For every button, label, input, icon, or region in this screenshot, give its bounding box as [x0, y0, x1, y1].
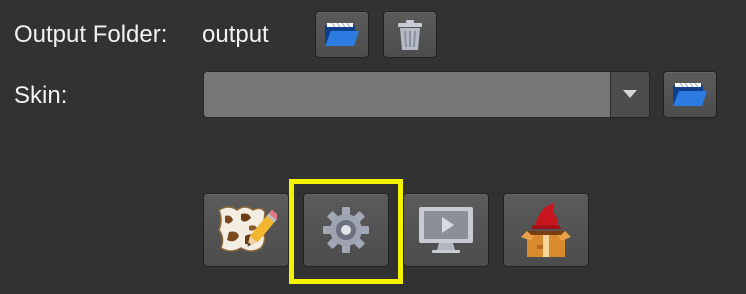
wizard-box-icon: [521, 203, 571, 257]
skin-label: Skin:: [14, 82, 68, 109]
skin-select[interactable]: [203, 71, 650, 118]
trash-icon: [398, 19, 422, 50]
skin-dropdown-button[interactable]: [610, 72, 649, 117]
settings-panel: Output Folder: output Skin:: [0, 0, 746, 294]
map-edit-icon: [218, 206, 277, 252]
preview-button[interactable]: [403, 193, 489, 267]
folder-open-icon: [673, 82, 707, 106]
map-editor-button[interactable]: [203, 193, 289, 267]
settings-highlight: [289, 179, 403, 284]
folder-open-icon: [325, 22, 359, 46]
output-folder-label: Output Folder:: [14, 21, 168, 48]
output-folder-value: output: [202, 21, 269, 48]
wizard-button[interactable]: [503, 193, 589, 267]
skin-browse-button[interactable]: [663, 71, 717, 118]
monitor-play-icon: [419, 207, 473, 253]
output-clear-button[interactable]: [383, 11, 437, 58]
chevron-down-icon: [623, 90, 637, 98]
output-browse-button[interactable]: [315, 11, 369, 58]
